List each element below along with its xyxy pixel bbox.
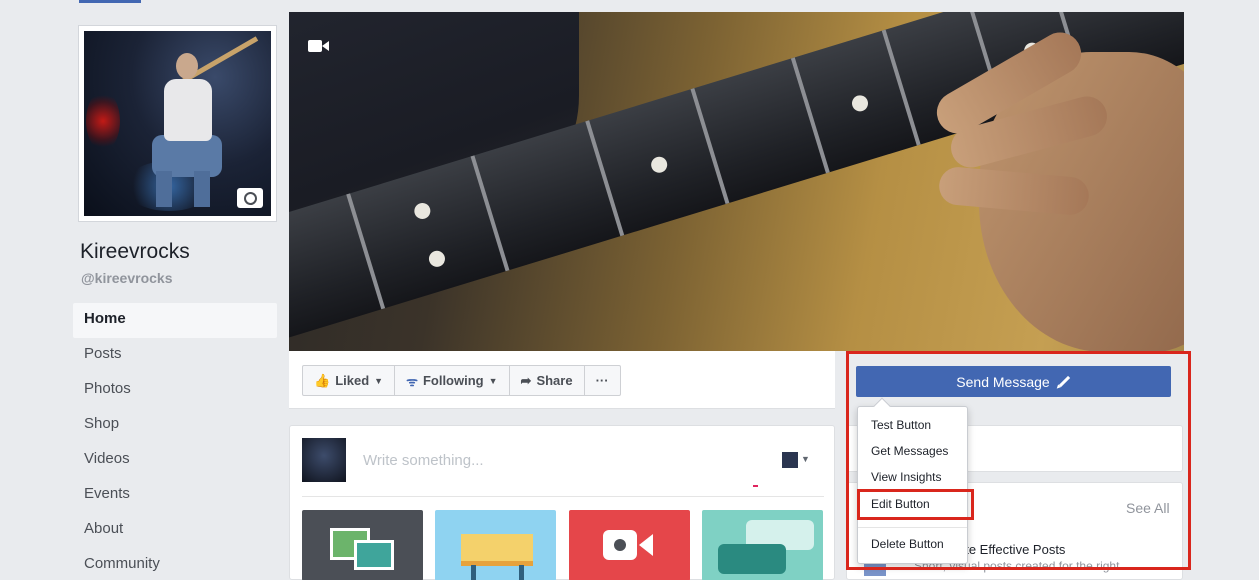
rss-icon: ᯤ xyxy=(406,373,418,389)
video-icon-lens xyxy=(322,41,329,51)
photo-video-tile[interactable] xyxy=(302,510,423,580)
share-arrow-icon: ➦ xyxy=(520,372,532,388)
nav-item-posts[interactable]: Posts xyxy=(73,338,277,373)
page-handle: @kireevrocks xyxy=(81,270,173,286)
fret-dot xyxy=(412,201,433,221)
person-torso xyxy=(164,79,212,141)
board-icon xyxy=(461,534,533,566)
page-nav: Home Posts Photos Shop Videos Events Abo… xyxy=(73,303,277,580)
following-label: Following xyxy=(422,373,484,388)
nav-item-videos[interactable]: Videos xyxy=(73,443,277,478)
board-leg xyxy=(519,565,524,580)
red-marker xyxy=(753,485,758,487)
chat-bubble-icon xyxy=(718,544,786,574)
composer-avatar xyxy=(302,438,346,482)
page-action-bar: 👍 Liked ▼ ᯤ Following ▼ ➦ Share ··· xyxy=(289,351,835,409)
chevron-down-icon[interactable]: ▼ xyxy=(801,454,810,464)
nav-item-about[interactable]: About xyxy=(73,513,277,548)
composer-input[interactable]: Write something... xyxy=(363,452,484,469)
fret xyxy=(881,29,921,146)
nav-item-photos[interactable]: Photos xyxy=(73,373,277,408)
live-camera-icon xyxy=(603,530,637,560)
share-button[interactable]: ➦ Share xyxy=(510,366,585,395)
fret-dot xyxy=(426,248,447,269)
post-as-avatar[interactable] xyxy=(782,452,798,468)
more-options-button[interactable]: ··· xyxy=(585,366,620,395)
person-head xyxy=(176,53,198,79)
top-accent-bar xyxy=(79,0,141,3)
offer-tile[interactable] xyxy=(435,510,556,580)
liked-label: Liked xyxy=(335,373,370,388)
page-name: Kireevrocks xyxy=(80,240,190,263)
fret-dot xyxy=(649,154,670,175)
nav-item-home[interactable]: Home xyxy=(73,303,277,338)
person-shin-left xyxy=(156,171,172,207)
profile-photo xyxy=(84,31,271,216)
message-tile[interactable] xyxy=(702,510,823,580)
stage-light-red xyxy=(86,91,120,151)
nav-item-shop[interactable]: Shop xyxy=(73,408,277,443)
highlight-box-edit xyxy=(857,489,974,520)
fret xyxy=(585,120,625,237)
video-icon-body xyxy=(308,40,322,52)
video-icon[interactable] xyxy=(308,38,332,54)
fret xyxy=(790,57,830,174)
profile-picture[interactable] xyxy=(78,25,277,222)
liked-button[interactable]: 👍 Liked ▼ xyxy=(303,366,396,395)
following-button[interactable]: ᯤ Following ▼ xyxy=(395,366,510,395)
live-camera-lens xyxy=(639,534,653,556)
camera-icon[interactable] xyxy=(237,188,263,208)
video-icon xyxy=(354,540,394,570)
nav-item-community[interactable]: Community xyxy=(73,548,277,580)
chevron-down-icon: ▼ xyxy=(488,375,498,386)
live-video-tile[interactable] xyxy=(569,510,690,580)
fret xyxy=(470,155,510,272)
share-label: Share xyxy=(536,373,573,388)
fret xyxy=(690,88,730,205)
cover-photo[interactable] xyxy=(289,12,1184,351)
highlight-box xyxy=(846,351,1191,570)
chevron-down-icon: ▼ xyxy=(374,375,384,386)
post-composer: Write something... ▼ xyxy=(289,425,835,580)
thumbs-up-icon: 👍 xyxy=(314,372,331,388)
nav-item-events[interactable]: Events xyxy=(73,478,277,513)
action-button-group: 👍 Liked ▼ ᯤ Following ▼ ➦ Share ··· xyxy=(302,365,621,396)
fret xyxy=(346,193,386,310)
composer-divider xyxy=(302,496,824,497)
more-icon: ··· xyxy=(595,373,609,388)
board-leg xyxy=(471,565,476,580)
fret-dot xyxy=(850,93,870,114)
person-shin-right xyxy=(194,171,210,207)
